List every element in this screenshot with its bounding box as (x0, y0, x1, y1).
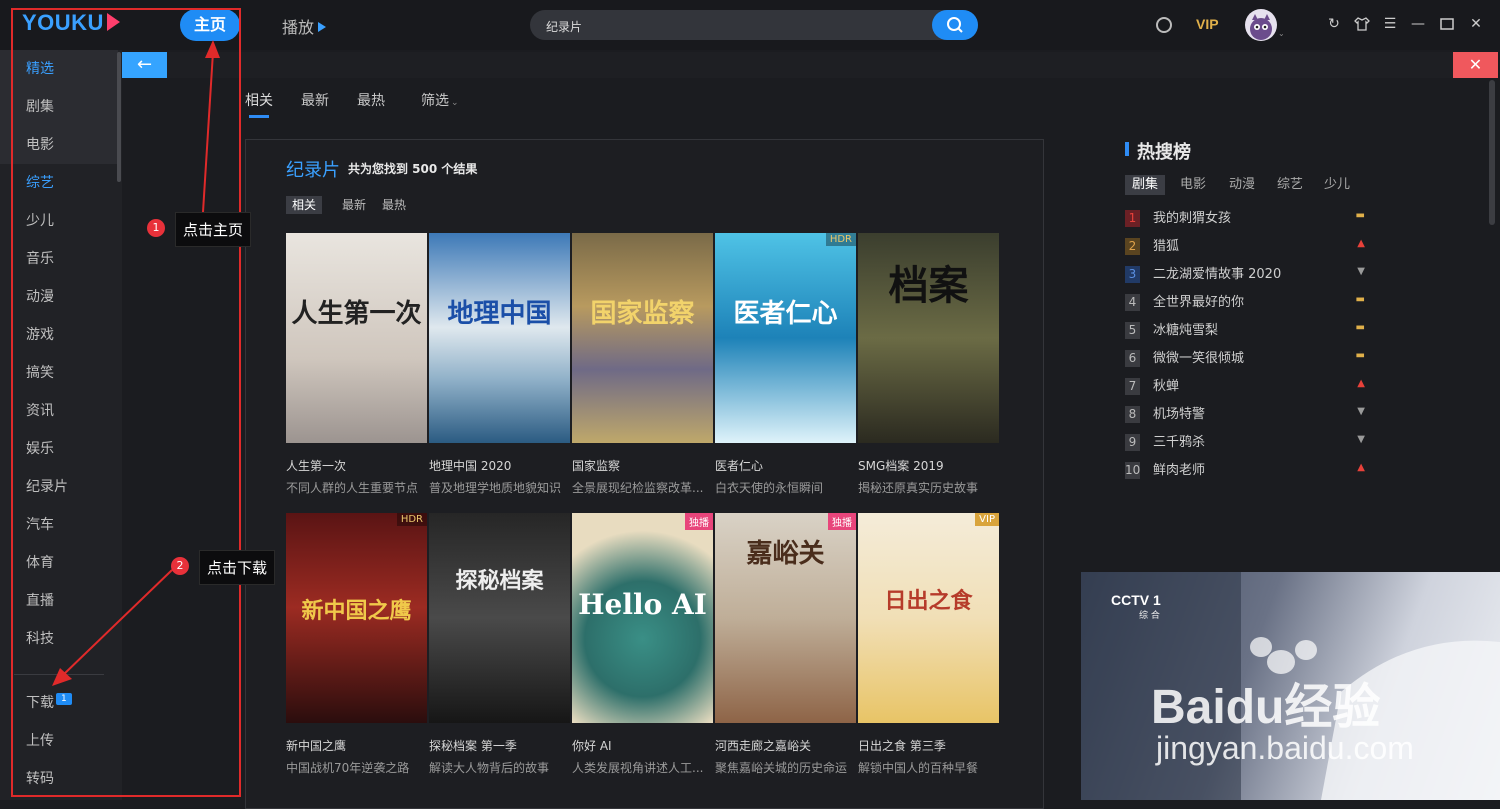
step-2-label: 点击下载 (199, 550, 276, 585)
step-1-marker: 1 (147, 219, 165, 237)
step-2-marker: 2 (171, 557, 189, 575)
annotation-arrows (52, 40, 220, 686)
step-1-label: 点击主页 (175, 212, 252, 247)
